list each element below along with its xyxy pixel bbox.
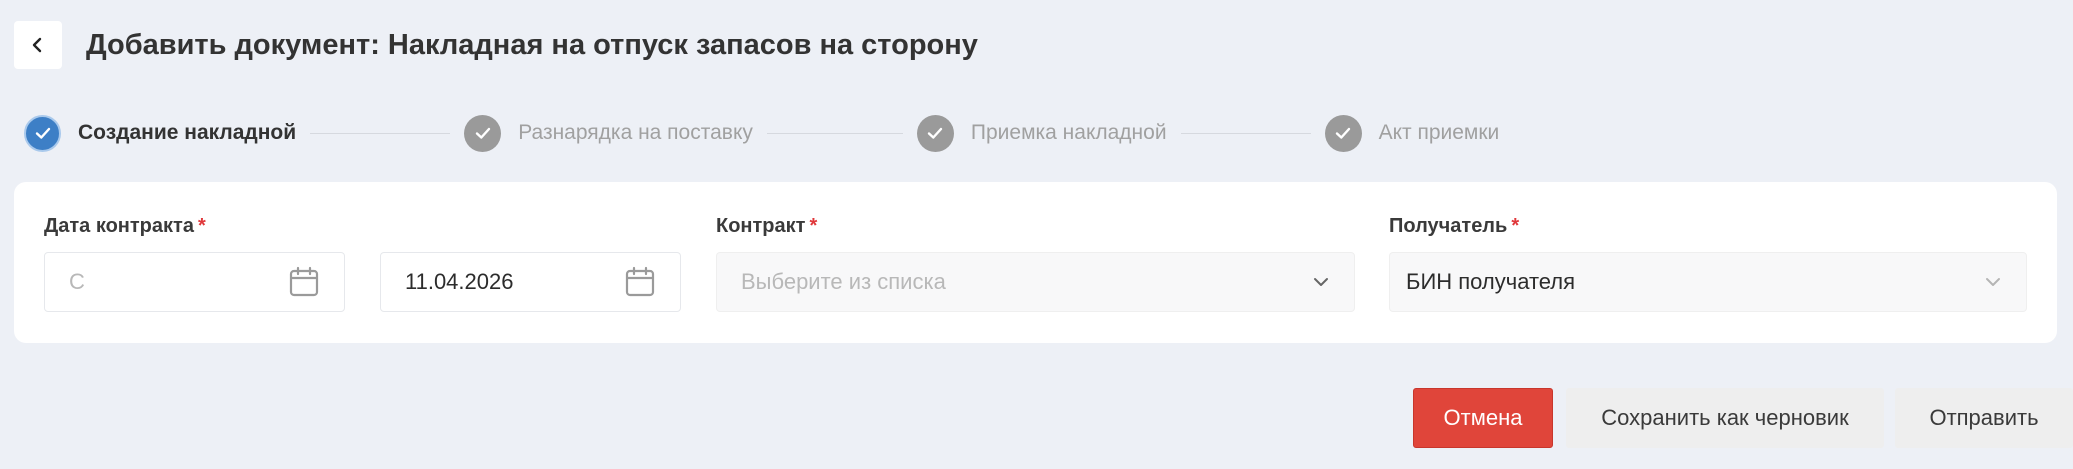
chevron-left-icon [32,37,42,53]
calendar-icon[interactable] [624,266,656,298]
step-acceptance-act[interactable]: Акт приемки [1324,114,1500,152]
chevron-down-icon [1312,273,1330,291]
step-invoice-acceptance[interactable]: Приемка накладной [916,114,1167,152]
contract-select[interactable]: Выберите из списка [716,252,1355,312]
step-label: Акт приемки [1378,121,1500,144]
back-button[interactable] [14,21,62,69]
date-to-value: 11.04.2026 [405,269,514,294]
step-check-icon [24,114,61,152]
step-connector [1180,132,1311,134]
contract-date-label: Дата контракта * [44,215,206,237]
form-actions: Отмена Сохранить как черновик Отправить [1413,388,2073,448]
save-draft-button[interactable]: Сохранить как черновик [1566,388,1884,448]
contract-placeholder: Выберите из списка [741,269,946,294]
calendar-icon[interactable] [288,266,320,298]
required-asterisk: * [1511,215,1520,237]
step-check-icon [1324,114,1362,152]
step-check-icon [464,114,502,152]
step-label: Создание накладной [78,121,297,144]
required-asterisk: * [809,215,818,237]
contract-date-from-field[interactable]: С [44,252,345,312]
recipient-value: БИН получателя [1406,269,1576,294]
cancel-button[interactable]: Отмена [1413,388,1553,448]
step-connector [310,132,451,134]
chevron-down-icon [1984,273,2002,291]
step-connector [766,132,903,134]
recipient-label: Получатель * [1389,215,1520,237]
stepper: Создание накладной Разнарядка на поставк… [24,114,1504,152]
contract-date-to-field[interactable]: 11.04.2026 [380,252,681,312]
step-check-icon [916,114,954,152]
required-asterisk: * [197,215,206,237]
date-from-placeholder: С [69,269,85,294]
step-allocation[interactable]: Разнарядка на поставку [464,114,753,152]
step-create-invoice[interactable]: Создание накладной [24,114,297,152]
send-button[interactable]: Отправить [1895,388,2073,448]
page-title: Добавить документ: Накладная на отпуск з… [86,28,978,61]
step-label: Разнарядка на поставку [518,121,753,144]
page-header: Добавить документ: Накладная на отпуск з… [14,21,978,69]
form-card: Дата контракта * С 11.04.2026 Контракт * В… [14,182,2057,343]
recipient-select[interactable]: БИН получателя [1389,252,2027,312]
step-label: Приемка накладной [970,121,1167,144]
contract-label: Контракт * [716,215,818,237]
